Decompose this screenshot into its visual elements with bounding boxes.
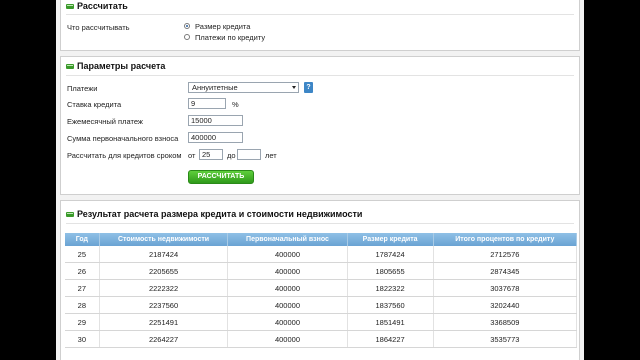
radio-loan-size-label[interactable]: Размер кредита: [195, 22, 250, 31]
calculate-title: Рассчитать: [77, 1, 128, 11]
cell-loan-size: 1787424: [347, 246, 434, 263]
cell-loan-size: 1864227: [347, 330, 434, 348]
col-property-cost: Стоимость недвижимости: [99, 233, 229, 246]
calculate-panel: Рассчитать Что рассчитывать Размер креди…: [60, 0, 580, 51]
cell-loan-size: 1851491: [347, 313, 434, 331]
chevron-down-icon: [292, 86, 296, 89]
result-panel: Результат расчета размера кредита и стои…: [60, 200, 580, 360]
radio-loan-payments[interactable]: [184, 34, 190, 40]
cell-total-interest: 3368509: [433, 313, 578, 331]
help-icon[interactable]: ?: [304, 82, 313, 93]
cell-property-cost: 2237560: [99, 296, 229, 314]
cell-property-cost: 2187424: [99, 246, 229, 263]
section-bullet-icon: [66, 212, 74, 217]
cell-total-interest: 2874345: [433, 262, 578, 280]
table-row: 30 2264227 400000 1864227 3535773: [65, 330, 578, 348]
term-to-input[interactable]: [237, 149, 261, 160]
term-years-label: лет: [265, 151, 277, 160]
term-label: Рассчитать для кредитов сроком: [67, 151, 182, 160]
monthly-payment-input[interactable]: 15000: [188, 115, 243, 126]
table-row: 29 2251491 400000 1851491 3368509: [65, 313, 578, 331]
params-panel: Параметры расчета Платежи Аннуитетные ? …: [60, 56, 580, 195]
col-year: Год: [65, 233, 100, 246]
cell-loan-size: 1805655: [347, 262, 434, 280]
cell-loan-size: 1837560: [347, 296, 434, 314]
cell-down-payment: 400000: [227, 330, 348, 348]
section-bullet-icon: [66, 4, 74, 9]
cell-year: 29: [65, 313, 100, 331]
cell-total-interest: 2712576: [433, 246, 578, 263]
cell-year: 26: [65, 262, 100, 280]
cell-loan-size: 1822322: [347, 279, 434, 297]
table-row: 27 2222322 400000 1822322 3037678: [65, 279, 578, 297]
section-bullet-icon: [66, 64, 74, 69]
table-row: 26 2205655 400000 1805655 2874345: [65, 262, 578, 280]
cell-down-payment: 400000: [227, 313, 348, 331]
table-row: 28 2237560 400000 1837560 3202440: [65, 296, 578, 314]
params-title: Параметры расчета: [77, 61, 166, 71]
calculate-button[interactable]: РАССЧИТАТЬ: [188, 170, 254, 184]
cell-year: 28: [65, 296, 100, 314]
cell-property-cost: 2222322: [99, 279, 229, 297]
down-payment-input[interactable]: 400000: [188, 132, 243, 143]
payments-label: Платежи: [67, 84, 98, 93]
term-to-label: до: [227, 151, 236, 160]
result-title: Результат расчета размера кредита и стои…: [77, 209, 363, 219]
divider: [66, 14, 574, 15]
cell-total-interest: 3037678: [433, 279, 578, 297]
cell-year: 25: [65, 246, 100, 263]
cell-property-cost: 2251491: [99, 313, 229, 331]
cell-year: 30: [65, 330, 100, 348]
divider: [66, 223, 574, 224]
col-total-interest: Итого процентов по кредиту: [433, 233, 578, 246]
col-down-payment: Первоначальный взнос: [227, 233, 348, 246]
cell-total-interest: 3202440: [433, 296, 578, 314]
cell-down-payment: 400000: [227, 262, 348, 280]
radio-loan-size[interactable]: [184, 23, 190, 29]
down-payment-label: Сумма первоначального взноса: [67, 134, 179, 143]
cell-down-payment: 400000: [227, 296, 348, 314]
table-row: 25 2187424 400000 1787424 2712576: [65, 246, 578, 263]
payments-select-value: Аннуитетные: [192, 83, 238, 92]
term-from-input[interactable]: 25: [199, 149, 223, 160]
col-loan-size: Размер кредита: [347, 233, 434, 246]
cell-year: 27: [65, 279, 100, 297]
rate-label: Ставка кредита: [67, 100, 122, 109]
rate-unit: %: [232, 100, 239, 109]
result-table: Год Стоимость недвижимости Первоначальны…: [65, 233, 578, 348]
calculator-page: Рассчитать Что рассчитывать Размер креди…: [56, 0, 584, 360]
rate-input[interactable]: 9: [188, 98, 226, 109]
what-to-calc-label: Что рассчитывать: [67, 23, 130, 32]
cell-total-interest: 3535773: [433, 330, 578, 348]
radio-loan-payments-label[interactable]: Платежи по кредиту: [195, 33, 265, 42]
divider: [66, 75, 574, 76]
table-header-row: Год Стоимость недвижимости Первоначальны…: [65, 233, 578, 246]
monthly-payment-label: Ежемесячный платеж: [67, 117, 143, 126]
payments-select[interactable]: Аннуитетные: [188, 82, 299, 93]
cell-down-payment: 400000: [227, 246, 348, 263]
cell-down-payment: 400000: [227, 279, 348, 297]
term-from-label: от: [188, 151, 196, 160]
cell-property-cost: 2264227: [99, 330, 229, 348]
cell-property-cost: 2205655: [99, 262, 229, 280]
